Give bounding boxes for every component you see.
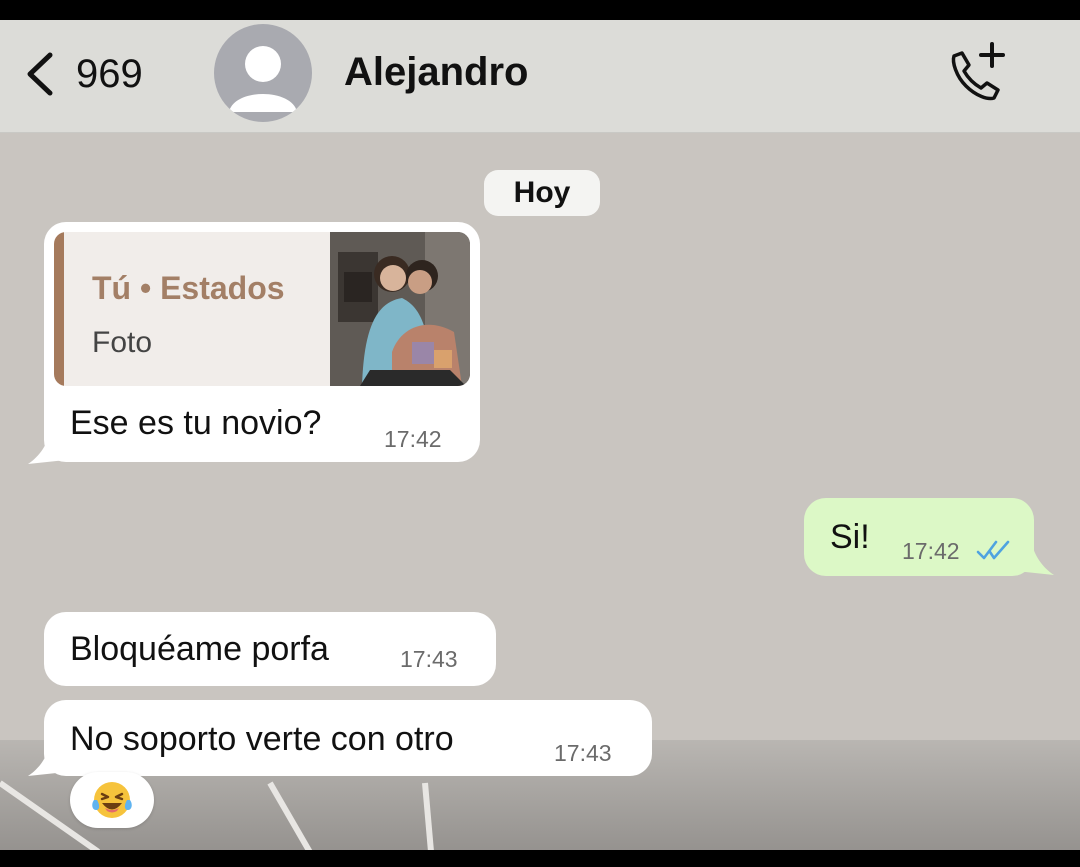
message-text: Si! — [830, 518, 870, 556]
message-time: 17:42 — [902, 538, 960, 564]
date-separator: Hoy — [484, 170, 600, 216]
message-bubble-outgoing[interactable]: Si! 17:42 — [804, 498, 1034, 576]
quote-subtitle: Foto — [92, 326, 153, 359]
contact-name[interactable]: Alejandro — [344, 50, 528, 95]
add-call-button[interactable] — [940, 38, 1010, 108]
unread-count: 969 — [76, 51, 143, 96]
reaction-badge[interactable] — [70, 772, 154, 828]
chat-screen: 969 Alejandro Hoy Tú • Estados Foto Ese … — [0, 20, 1080, 850]
avatar-placeholder-icon — [229, 46, 297, 112]
message-text: Ese es tu novio? — [70, 404, 322, 442]
message-time: 17:43 — [400, 646, 458, 672]
chat-header: 969 Alejandro — [0, 20, 1080, 133]
avatar[interactable] — [214, 24, 312, 122]
message-bubble-incoming[interactable]: No soporto verte con otro 17:43 — [44, 700, 652, 776]
back-button[interactable]: 969 — [18, 46, 168, 102]
message-time: 17:43 — [554, 740, 612, 766]
message-text: Bloquéame porfa — [70, 630, 329, 668]
chevron-left-icon — [27, 52, 53, 96]
message-bubble-incoming[interactable]: Tú • Estados Foto Ese es tu novio? 17:42 — [44, 222, 480, 462]
phone-add-icon — [951, 42, 1005, 101]
laughing-tears-emoji-icon — [92, 782, 132, 818]
quoted-status[interactable]: Tú • Estados Foto — [54, 232, 470, 386]
message-time: 17:42 — [384, 426, 442, 452]
quote-accent-bar — [54, 232, 64, 386]
message-text: No soporto verte con otro — [70, 720, 454, 758]
status-photo-thumbnail — [330, 232, 470, 386]
quote-title: Tú • Estados — [92, 270, 285, 306]
double-check-read-icon — [976, 540, 1010, 560]
message-bubble-incoming[interactable]: Bloquéame porfa 17:43 — [44, 612, 496, 686]
photo-image — [330, 232, 470, 386]
